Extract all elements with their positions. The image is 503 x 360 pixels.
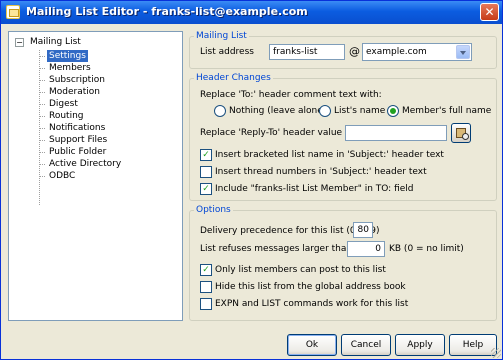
- bracketed-name-label[interactable]: Insert bracketed list name in 'Subject:'…: [215, 150, 444, 160]
- help-button[interactable]: Help: [449, 334, 497, 356]
- thread-numbers-label[interactable]: Insert thread numbers in 'Subject:' head…: [215, 167, 427, 177]
- size-limit-input[interactable]: 0: [347, 241, 385, 257]
- apply-button[interactable]: Apply: [395, 334, 445, 356]
- domain-value: example.com: [366, 47, 427, 57]
- mail-app-icon: [6, 5, 20, 19]
- tree-item-public-folder[interactable]: Public Folder: [38, 146, 108, 158]
- tree-item-members[interactable]: Members: [39, 62, 93, 74]
- list-member-to-checkbox[interactable]: ✓: [200, 183, 212, 195]
- radio-members-full-name-label[interactable]: Member's full name: [402, 106, 491, 116]
- hide-from-address-book-label[interactable]: Hide this list from the global address b…: [215, 282, 406, 292]
- list-address-label: List address: [200, 47, 254, 57]
- radio-nothing-label[interactable]: Nothing (leave alone): [229, 106, 326, 116]
- collapse-icon[interactable]: −: [15, 38, 24, 47]
- ok-button[interactable]: Ok: [287, 334, 337, 356]
- domain-select[interactable]: example.com: [362, 43, 472, 61]
- thread-numbers-checkbox[interactable]: [200, 166, 212, 178]
- radio-members-full-name[interactable]: [387, 105, 399, 117]
- settings-tree: − Mailing List Settings Members Subscrip…: [8, 31, 183, 321]
- resize-grip[interactable]: [491, 348, 501, 358]
- tree-root-label[interactable]: Mailing List: [30, 37, 81, 47]
- tree-item-active-directory[interactable]: Active Directory: [38, 158, 123, 170]
- members-only-checkbox[interactable]: ✓: [200, 264, 212, 276]
- replace-to-label: Replace 'To:' header comment text with:: [200, 90, 382, 100]
- bracketed-name-checkbox[interactable]: ✓: [200, 149, 212, 161]
- tree-item-subscription[interactable]: Subscription: [39, 74, 107, 86]
- radio-lists-name[interactable]: [319, 105, 331, 117]
- tree-item-digest[interactable]: Digest: [39, 98, 80, 110]
- hide-from-address-book-checkbox[interactable]: [200, 281, 212, 293]
- reply-to-input[interactable]: [345, 125, 447, 141]
- mailing-list-editor-window: Mailing List Editor - franks-list@exampl…: [0, 0, 503, 360]
- tree-item-odbc[interactable]: ODBC: [38, 170, 77, 182]
- mailing-list-legend: Mailing List: [196, 31, 247, 41]
- tree-item-support-files[interactable]: Support Files: [38, 134, 109, 146]
- radio-nothing[interactable]: [214, 105, 226, 117]
- address-book-icon: [456, 128, 469, 140]
- options-legend: Options: [196, 205, 231, 215]
- list-member-to-label[interactable]: Include "franks-list List Member" in TO:…: [215, 184, 414, 194]
- radio-lists-name-label[interactable]: List's name: [334, 106, 385, 116]
- address-book-lookup-button[interactable]: [451, 123, 471, 143]
- tree-item-settings[interactable]: Settings: [39, 50, 88, 62]
- expn-list-checkbox[interactable]: [200, 298, 212, 310]
- tree-item-notifications[interactable]: Notifications: [38, 122, 107, 134]
- at-sign: @: [349, 45, 360, 58]
- header-changes-legend: Header Changes: [196, 73, 271, 83]
- tree-item-moderation[interactable]: Moderation: [39, 86, 102, 98]
- members-only-label[interactable]: Only list members can post to this list: [215, 265, 386, 275]
- window-title: Mailing List Editor - franks-list@exampl…: [26, 5, 308, 18]
- precedence-input[interactable]: 80: [353, 222, 373, 238]
- expn-list-label[interactable]: EXPN and LIST commands work for this lis…: [215, 299, 408, 309]
- close-button[interactable]: ✕: [480, 3, 499, 21]
- chevron-down-icon[interactable]: [456, 45, 470, 59]
- reply-to-label: Replace 'Reply-To' header value with: [200, 128, 365, 138]
- cancel-button[interactable]: Cancel: [341, 334, 391, 356]
- size-limit-label: List refuses messages larger than: [200, 244, 353, 254]
- tree-item-routing[interactable]: Routing: [39, 110, 86, 122]
- size-limit-suffix: KB (0 = no limit): [389, 244, 464, 254]
- title-bar[interactable]: Mailing List Editor - franks-list@exampl…: [1, 1, 502, 24]
- list-address-input[interactable]: franks-list: [269, 44, 345, 60]
